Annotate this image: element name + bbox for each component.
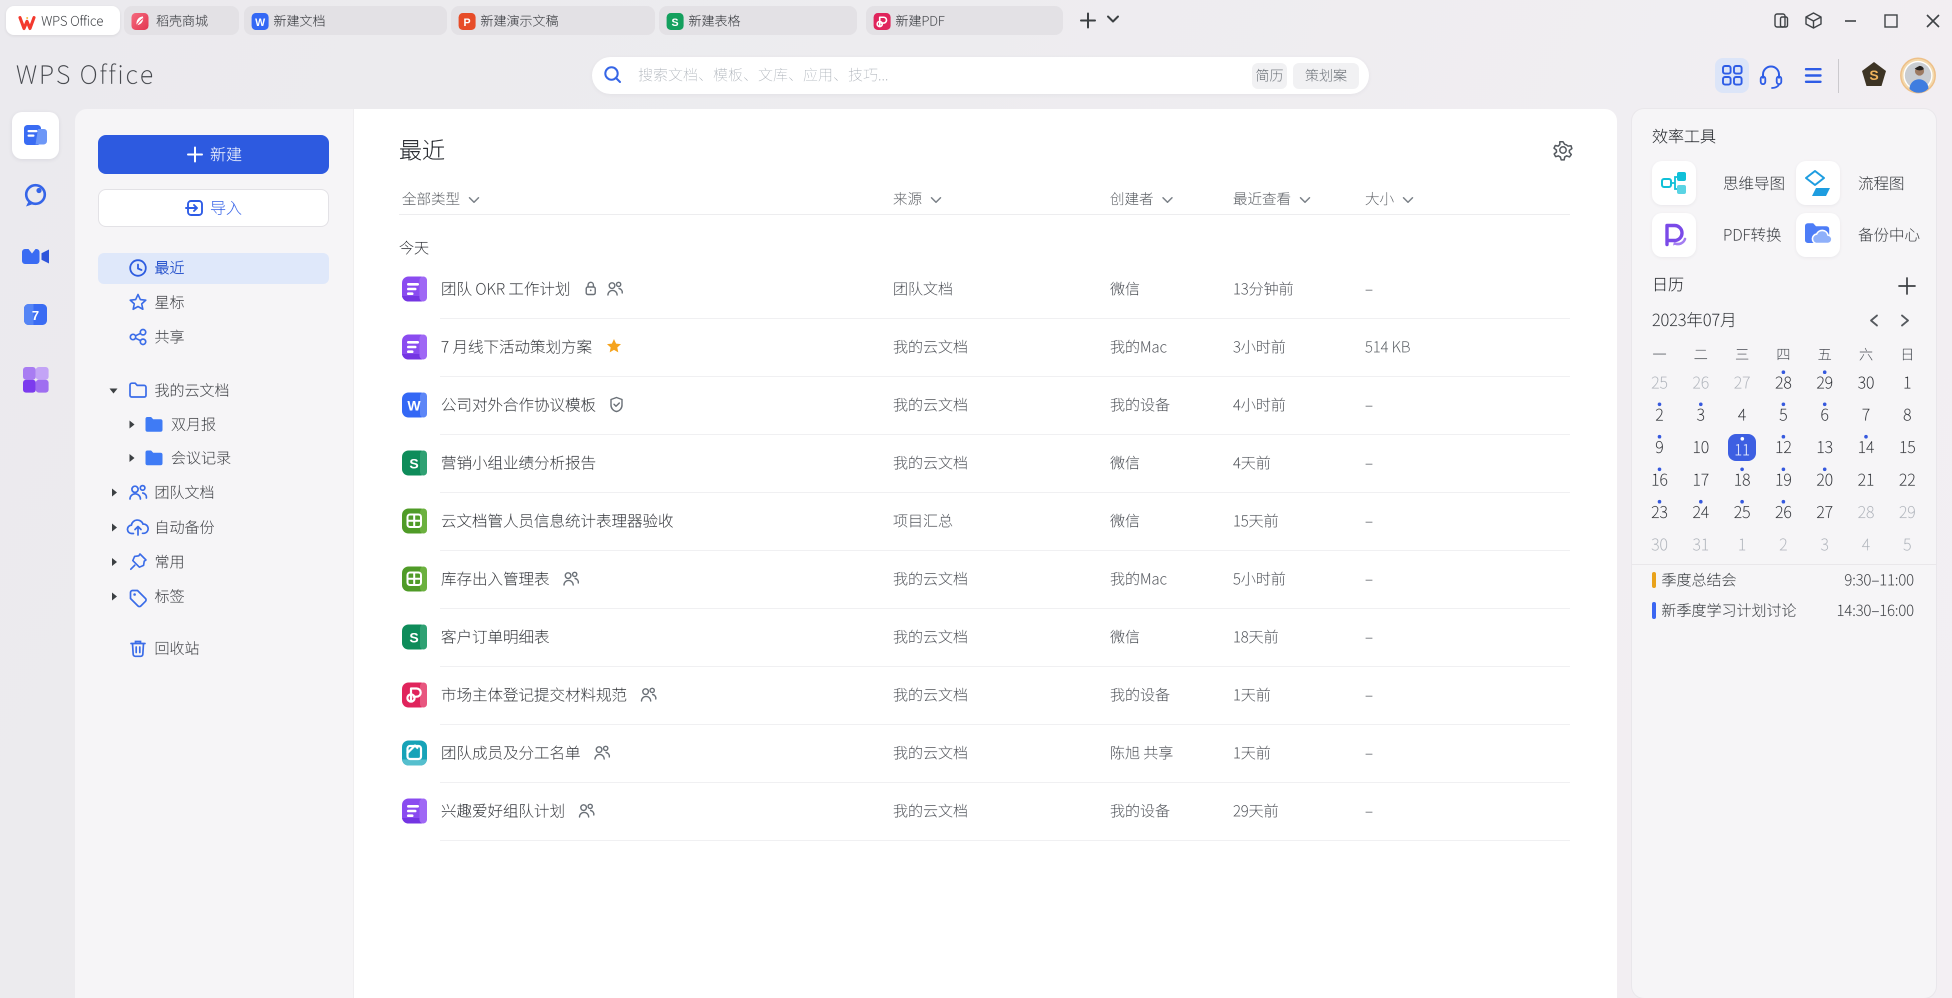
svg-text:S: S [672, 17, 679, 29]
svg-text:S: S [1869, 67, 1878, 83]
svg-text:7: 7 [32, 308, 39, 323]
svg-text:S: S [409, 456, 418, 472]
svg-text:W: W [255, 17, 265, 29]
svg-text:W: W [407, 398, 421, 414]
svg-text:P: P [464, 17, 471, 29]
svg-text:S: S [409, 630, 418, 646]
